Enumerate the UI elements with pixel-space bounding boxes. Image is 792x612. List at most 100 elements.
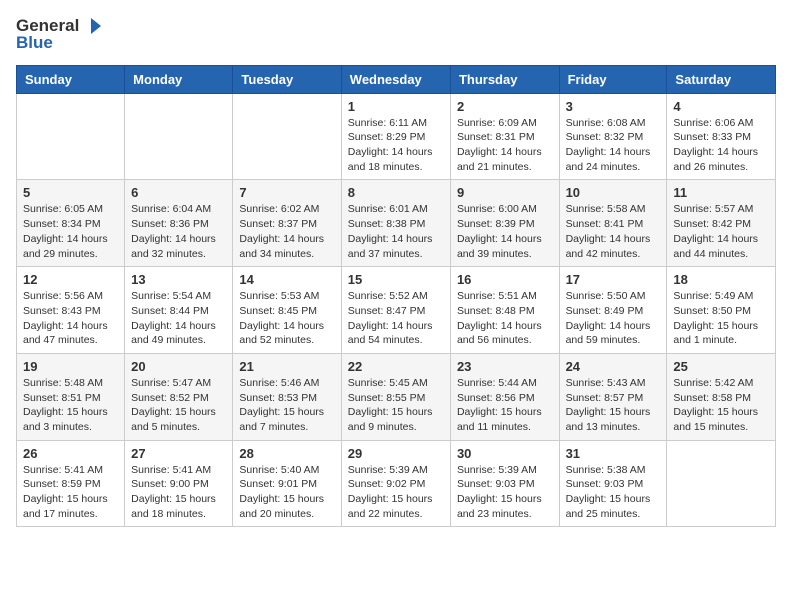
day-number: 1 [348,99,444,114]
calendar-cell: 2Sunrise: 6:09 AM Sunset: 8:31 PM Daylig… [450,93,559,180]
calendar-cell: 24 Sunrise: 5:43 AM Sunset: 8:57 PM Dayli… [559,353,667,440]
day-info: Sunrise: 5:56 AM Sunset: 8:43 PM Dayligh… [23,289,118,348]
day-number: 17 [566,272,661,287]
calendar-week-row: 5 Sunrise: 6:05 AM Sunset: 8:34 PM Daylig… [17,180,776,267]
calendar-cell: 30 Sunrise: 5:39 AM Sunset: 9:03 PM Dayli… [450,440,559,527]
day-number: 4 [673,99,769,114]
calendar-cell: 31 Sunrise: 5:38 AM Sunset: 9:03 PM Dayli… [559,440,667,527]
day-info: Sunrise: 6:02 AM Sunset: 8:37 PM Dayligh… [239,202,334,261]
day-number: 7 [239,185,334,200]
day-header-saturday: Saturday [667,65,776,93]
calendar-cell: 13 Sunrise: 5:54 AM Sunset: 8:44 PM Dayli… [125,267,233,354]
calendar-cell: 19 Sunrise: 5:48 AM Sunset: 8:51 PM Dayli… [17,353,125,440]
day-info: Sunrise: 5:58 AM Sunset: 8:41 PM Dayligh… [566,202,661,261]
day-info: Sunrise: 5:41 AM Sunset: 9:00 PM Dayligh… [131,463,226,522]
day-number: 24 [566,359,661,374]
calendar-cell: 8 Sunrise: 6:01 AM Sunset: 8:38 PM Daylig… [341,180,450,267]
day-number: 27 [131,446,226,461]
day-number: 3 [566,99,661,114]
day-header-sunday: Sunday [17,65,125,93]
day-info: Sunrise: 5:54 AM Sunset: 8:44 PM Dayligh… [131,289,226,348]
day-info: Sunrise: 5:53 AM Sunset: 8:45 PM Dayligh… [239,289,334,348]
day-header-wednesday: Wednesday [341,65,450,93]
day-number: 2 [457,99,553,114]
day-number: 14 [239,272,334,287]
day-info: Sunrise: 6:11 AM Sunset: 8:29 PM Dayligh… [348,116,444,175]
calendar-cell [667,440,776,527]
day-number: 22 [348,359,444,374]
day-info: Sunrise: 6:04 AM Sunset: 8:36 PM Dayligh… [131,202,226,261]
calendar-cell: 5 Sunrise: 6:05 AM Sunset: 8:34 PM Daylig… [17,180,125,267]
day-number: 19 [23,359,118,374]
calendar-cell: 12 Sunrise: 5:56 AM Sunset: 8:43 PM Dayli… [17,267,125,354]
day-number: 9 [457,185,553,200]
day-number: 11 [673,185,769,200]
day-header-monday: Monday [125,65,233,93]
day-number: 21 [239,359,334,374]
day-info: Sunrise: 5:38 AM Sunset: 9:03 PM Dayligh… [566,463,661,522]
day-header-thursday: Thursday [450,65,559,93]
calendar-week-row: 1 Sunrise: 6:11 AM Sunset: 8:29 PM Daylig… [17,93,776,180]
calendar-cell: 23 Sunrise: 5:44 AM Sunset: 8:56 PM Dayli… [450,353,559,440]
day-info: Sunrise: 6:00 AM Sunset: 8:39 PM Dayligh… [457,202,553,261]
day-info: Sunrise: 5:40 AM Sunset: 9:01 PM Dayligh… [239,463,334,522]
day-number: 31 [566,446,661,461]
day-header-friday: Friday [559,65,667,93]
calendar-cell: 28 Sunrise: 5:40 AM Sunset: 9:01 PM Dayli… [233,440,341,527]
logo: General Blue [16,16,101,53]
day-number: 12 [23,272,118,287]
day-number: 23 [457,359,553,374]
day-number: 13 [131,272,226,287]
day-info: Sunrise: 5:43 AM Sunset: 8:57 PM Dayligh… [566,376,661,435]
day-number: 15 [348,272,444,287]
calendar-cell: 27 Sunrise: 5:41 AM Sunset: 9:00 PM Dayli… [125,440,233,527]
calendar-cell: 18Sunrise: 5:49 AM Sunset: 8:50 PM Dayli… [667,267,776,354]
calendar-cell: 3 Sunrise: 6:08 AM Sunset: 8:32 PM Daylig… [559,93,667,180]
day-info: Sunrise: 5:45 AM Sunset: 8:55 PM Dayligh… [348,376,444,435]
calendar-header-row: SundayMondayTuesdayWednesdayThursdayFrid… [17,65,776,93]
day-info: Sunrise: 5:52 AM Sunset: 8:47 PM Dayligh… [348,289,444,348]
calendar-cell: 22 Sunrise: 5:45 AM Sunset: 8:55 PM Dayli… [341,353,450,440]
day-info: Sunrise: 5:47 AM Sunset: 8:52 PM Dayligh… [131,376,226,435]
calendar-table: SundayMondayTuesdayWednesdayThursdayFrid… [16,65,776,528]
calendar-cell [17,93,125,180]
calendar-cell: 20 Sunrise: 5:47 AM Sunset: 8:52 PM Dayli… [125,353,233,440]
day-number: 20 [131,359,226,374]
page-header: General Blue [16,16,776,53]
day-number: 25 [673,359,769,374]
day-info: Sunrise: 5:50 AM Sunset: 8:49 PM Dayligh… [566,289,661,348]
calendar-cell: 15 Sunrise: 5:52 AM Sunset: 8:47 PM Dayli… [341,267,450,354]
day-info: Sunrise: 6:06 AM Sunset: 8:33 PM Dayligh… [673,116,769,175]
calendar-cell: 9 Sunrise: 6:00 AM Sunset: 8:39 PM Daylig… [450,180,559,267]
calendar-cell: 21Sunrise: 5:46 AM Sunset: 8:53 PM Dayli… [233,353,341,440]
day-info: Sunrise: 5:51 AM Sunset: 8:48 PM Dayligh… [457,289,553,348]
logo-blue: Blue [16,34,53,53]
day-info: Sunrise: 6:08 AM Sunset: 8:32 PM Dayligh… [566,116,661,175]
day-number: 5 [23,185,118,200]
day-number: 8 [348,185,444,200]
day-number: 29 [348,446,444,461]
day-info: Sunrise: 5:44 AM Sunset: 8:56 PM Dayligh… [457,376,553,435]
day-number: 28 [239,446,334,461]
day-info: Sunrise: 6:05 AM Sunset: 8:34 PM Dayligh… [23,202,118,261]
calendar-cell: 6 Sunrise: 6:04 AM Sunset: 8:36 PM Daylig… [125,180,233,267]
calendar-cell: 11Sunrise: 5:57 AM Sunset: 8:42 PM Dayli… [667,180,776,267]
day-info: Sunrise: 5:48 AM Sunset: 8:51 PM Dayligh… [23,376,118,435]
day-number: 16 [457,272,553,287]
calendar-cell: 26Sunrise: 5:41 AM Sunset: 8:59 PM Dayli… [17,440,125,527]
calendar-cell: 10Sunrise: 5:58 AM Sunset: 8:41 PM Dayli… [559,180,667,267]
calendar-cell: 29 Sunrise: 5:39 AM Sunset: 9:02 PM Dayli… [341,440,450,527]
calendar-cell: 14 Sunrise: 5:53 AM Sunset: 8:45 PM Dayli… [233,267,341,354]
calendar-cell: 7 Sunrise: 6:02 AM Sunset: 8:37 PM Daylig… [233,180,341,267]
calendar-cell: 25Sunrise: 5:42 AM Sunset: 8:58 PM Dayli… [667,353,776,440]
day-info: Sunrise: 5:39 AM Sunset: 9:03 PM Dayligh… [457,463,553,522]
day-number: 6 [131,185,226,200]
calendar-cell: 1 Sunrise: 6:11 AM Sunset: 8:29 PM Daylig… [341,93,450,180]
day-number: 18 [673,272,769,287]
day-info: Sunrise: 6:01 AM Sunset: 8:38 PM Dayligh… [348,202,444,261]
day-number: 30 [457,446,553,461]
day-info: Sunrise: 5:39 AM Sunset: 9:02 PM Dayligh… [348,463,444,522]
day-header-tuesday: Tuesday [233,65,341,93]
calendar-cell: 17 Sunrise: 5:50 AM Sunset: 8:49 PM Dayli… [559,267,667,354]
calendar-week-row: 12 Sunrise: 5:56 AM Sunset: 8:43 PM Dayli… [17,267,776,354]
